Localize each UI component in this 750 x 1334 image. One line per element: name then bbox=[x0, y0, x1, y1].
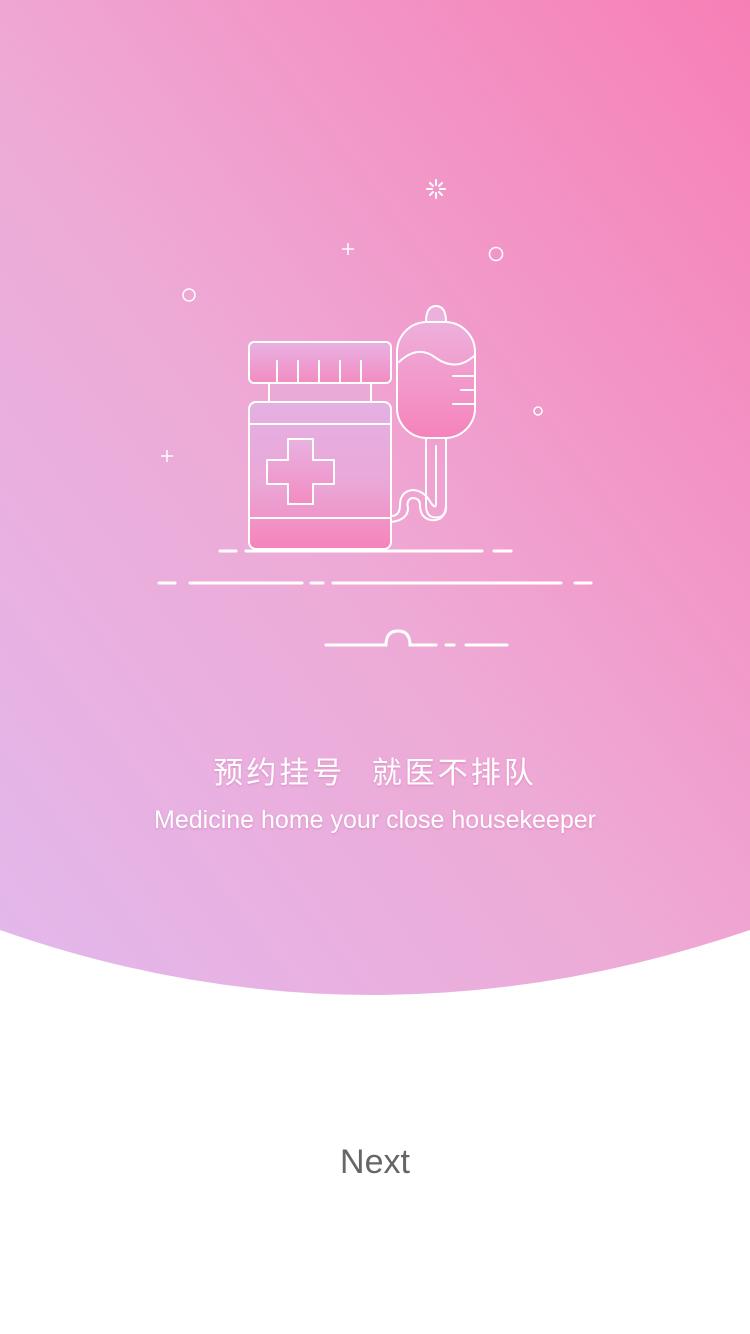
medicine-illustration bbox=[157, 179, 593, 647]
ground-lines bbox=[157, 549, 593, 647]
onboarding-title: 预约挂号 就医不排队 bbox=[213, 756, 537, 791]
sparkle-icon bbox=[426, 179, 446, 199]
onboarding-subtitle: Medicine home your close housekeeper bbox=[154, 806, 596, 834]
medicine-bottle-icon bbox=[248, 341, 392, 550]
next-button[interactable]: Next bbox=[275, 1130, 475, 1194]
iv-bag-icon bbox=[390, 304, 476, 523]
